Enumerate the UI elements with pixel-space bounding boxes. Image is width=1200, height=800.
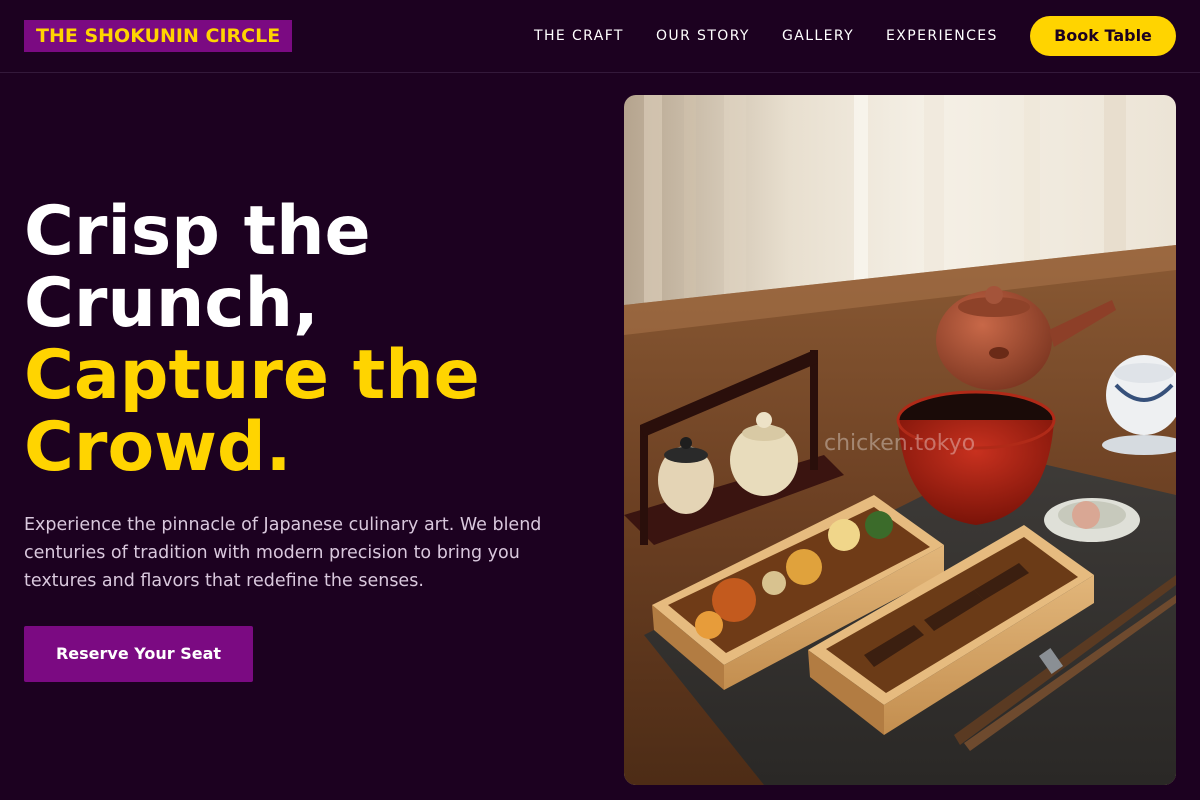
reserve-seat-button[interactable]: Reserve Your Seat	[24, 626, 253, 682]
headline-line-4: Crowd.	[24, 408, 292, 487]
book-table-button[interactable]: Book Table	[1030, 16, 1176, 56]
nav-link-our-story[interactable]: OUR STORY	[656, 27, 750, 45]
headline-line-1: Crisp the	[24, 192, 371, 271]
headline-line-3: Capture the	[24, 336, 480, 415]
nav-link-the-craft[interactable]: THE CRAFT	[534, 27, 624, 45]
brand-logo[interactable]: THE SHOKUNIN CIRCLE	[24, 20, 293, 52]
site-header: THE SHOKUNIN CIRCLE THE CRAFT OUR STORY …	[0, 0, 1200, 73]
hero-description: Experience the pinnacle of Japanese culi…	[24, 515, 542, 591]
image-watermark: chicken.tokyo	[824, 431, 975, 456]
page: THE SHOKUNIN CIRCLE THE CRAFT OUR STORY …	[0, 0, 1200, 800]
nav-link-gallery[interactable]: GALLERY	[782, 27, 854, 45]
hero-food-image: chicken.tokyo	[624, 95, 1176, 785]
nav-link-experiences[interactable]: EXPERIENCES	[886, 27, 998, 45]
hero-headline: Crisp the Crunch, Capture the Crowd.	[24, 196, 604, 484]
headline-line-2: Crunch,	[24, 264, 319, 343]
